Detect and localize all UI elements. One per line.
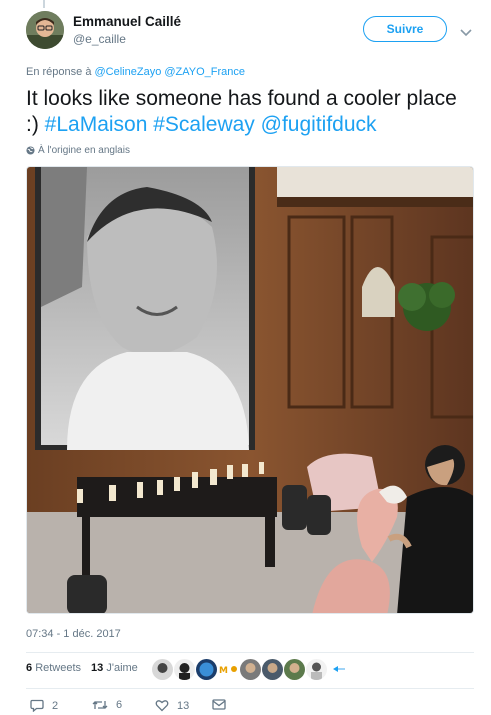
liker-avatar[interactable]: [306, 659, 327, 680]
direct-message-action[interactable]: [212, 699, 226, 710]
likes-stat[interactable]: 13 J'aime: [91, 662, 138, 674]
likes-count: 13: [91, 662, 104, 674]
author-avatar[interactable]: [26, 11, 64, 49]
avatar-photo: [26, 11, 64, 49]
retweets-stat[interactable]: 6 Retweets: [26, 662, 81, 674]
liker-avatar[interactable]: [196, 659, 217, 680]
translate-label: À l'origine en anglais: [38, 145, 130, 156]
follow-button[interactable]: Suivre: [363, 16, 447, 42]
tweet-photo[interactable]: [26, 166, 474, 614]
liker-avatar[interactable]: M: [218, 659, 239, 680]
like-count: 13: [177, 699, 190, 712]
tweet-timestamp[interactable]: 07:34 - 1 déc. 2017: [26, 628, 121, 640]
liker-avatar[interactable]: [262, 659, 283, 680]
retweets-label: Retweets: [35, 662, 82, 674]
hashtag-link[interactable]: #Scaleway: [153, 113, 255, 136]
retweet-icon: [92, 701, 108, 709]
divider: [26, 688, 474, 689]
reply-action[interactable]: 2: [30, 699, 58, 712]
tweet-stats: 6 Retweets 13 J'aime: [26, 662, 138, 674]
author-handle[interactable]: @e_caille: [73, 32, 126, 46]
liker-avatar[interactable]: [152, 659, 173, 680]
tweet-text: It looks like someone has found a cooler…: [26, 86, 471, 138]
translate-notice[interactable]: À l'origine en anglais: [26, 145, 130, 156]
reply-context: En réponse à @CelineZayo @ZAYO_France: [26, 66, 245, 78]
likes-label: J'aime: [106, 662, 138, 674]
chevron-down-icon[interactable]: [460, 24, 472, 42]
likers-avatars: M: [152, 659, 349, 680]
mention-link[interactable]: @fugitifduck: [261, 113, 377, 136]
like-action[interactable]: 13: [155, 699, 189, 712]
liker-avatar[interactable]: [174, 659, 195, 680]
author-name[interactable]: Emmanuel Caillé: [73, 14, 181, 29]
divider: [26, 652, 474, 653]
liker-avatar[interactable]: [240, 659, 261, 680]
reply-user-link[interactable]: @ZAYO_France: [164, 66, 245, 78]
reply-count: 2: [52, 699, 59, 712]
retweet-count: 6: [116, 699, 123, 711]
reply-user-link[interactable]: @CelineZayo: [95, 66, 162, 78]
liker-avatar[interactable]: [328, 659, 349, 680]
reply-icon: [30, 699, 44, 712]
svg-text:M: M: [219, 666, 228, 676]
envelope-icon: [212, 699, 226, 710]
retweet-action[interactable]: 6: [92, 699, 122, 711]
liker-avatar[interactable]: [284, 659, 305, 680]
hashtag-link[interactable]: #LaMaison: [45, 113, 148, 136]
heart-icon: [155, 700, 169, 712]
photo-image: [27, 167, 473, 613]
thread-line: [43, 0, 45, 8]
retweets-count: 6: [26, 662, 33, 674]
globe-icon: [26, 146, 35, 155]
reply-prefix: En réponse à: [26, 66, 92, 78]
